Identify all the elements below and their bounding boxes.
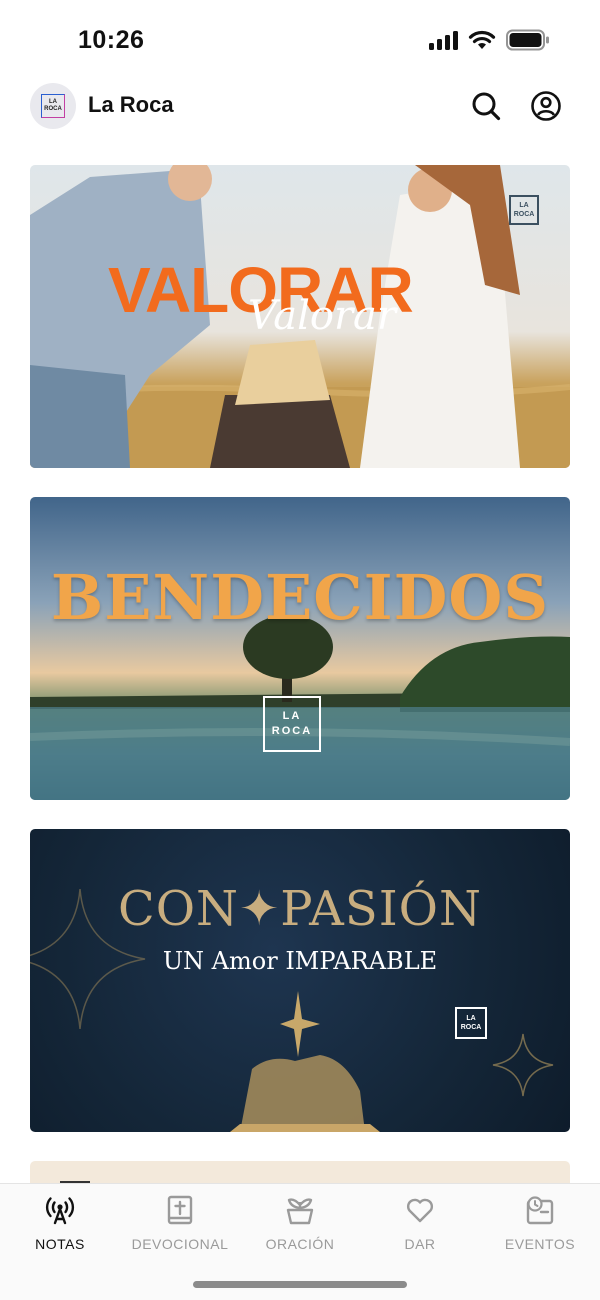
tab-label: DAR xyxy=(404,1236,436,1252)
tab-dar[interactable]: DAR xyxy=(360,1194,480,1256)
brand-text-bottom: ROCA xyxy=(460,1024,482,1031)
calendar-icon xyxy=(524,1194,556,1226)
brand-text-bottom: ROCA xyxy=(513,211,535,218)
logo-mark: LA ROCA xyxy=(41,94,65,118)
bible-icon xyxy=(164,1194,196,1226)
logo-text-bottom: ROCA xyxy=(44,106,62,112)
brand-text-top: LA xyxy=(519,202,529,209)
brand-text-top: LA xyxy=(466,1015,476,1022)
tab-label: EVENTOS xyxy=(504,1236,576,1252)
tab-eventos[interactable]: EVENTOS xyxy=(480,1194,600,1256)
brand-text-top: LA xyxy=(282,710,302,722)
home-indicator[interactable] xyxy=(193,1281,407,1288)
cellular-signal-icon xyxy=(429,30,458,50)
brand-logo: LA ROCA xyxy=(455,1007,487,1039)
card-title: BENDECIDOS xyxy=(50,561,550,634)
battery-icon xyxy=(506,29,549,51)
tab-oracion[interactable]: ORACIÓN xyxy=(240,1194,360,1256)
tab-notas[interactable]: NOTAS xyxy=(0,1194,120,1256)
brand-logo: LA ROCA xyxy=(509,195,539,225)
note-card-con-pasion[interactable]: CON✦PASIÓN UN Amor IMPARABLE LA ROCA xyxy=(30,829,570,1132)
brand-logo: LA ROCA xyxy=(263,696,321,752)
tab-label: NOTAS xyxy=(35,1236,85,1252)
account-icon xyxy=(531,91,561,121)
status-time: 10:26 xyxy=(78,26,145,54)
app-title: La Roca xyxy=(88,92,174,117)
brand-text-bottom: ROCA xyxy=(271,725,313,737)
note-card-bendecidos[interactable]: BENDECIDOS LA ROCA xyxy=(30,497,570,800)
tab-label: ORACIÓN xyxy=(265,1236,335,1252)
card-artwork xyxy=(30,615,570,800)
card-subtitle: Valorar xyxy=(248,293,397,339)
tab-devocional[interactable]: DEVOCIONAL xyxy=(120,1194,240,1256)
heart-icon xyxy=(404,1194,436,1226)
card-title: CON✦PASIÓN xyxy=(117,881,483,937)
search-button[interactable] xyxy=(468,88,504,124)
logo-text-top: LA xyxy=(49,99,57,105)
tab-label: DEVOCIONAL xyxy=(131,1236,229,1252)
card-artwork xyxy=(30,888,554,1132)
status-bar: 10:26 xyxy=(0,0,600,80)
search-icon xyxy=(472,92,501,121)
status-icons xyxy=(429,29,550,51)
note-card-valorar[interactable]: VALORAR Valorar LA ROCA xyxy=(30,165,570,468)
wifi-icon xyxy=(468,30,496,49)
app-header: LA ROCA La Roca xyxy=(0,80,600,132)
praying-hands-icon xyxy=(284,1194,316,1226)
card-subtitle: UN Amor IMPARABLE xyxy=(162,947,438,975)
profile-button[interactable] xyxy=(528,88,564,124)
broadcast-icon xyxy=(44,1194,76,1226)
app-logo[interactable]: LA ROCA xyxy=(30,83,76,129)
